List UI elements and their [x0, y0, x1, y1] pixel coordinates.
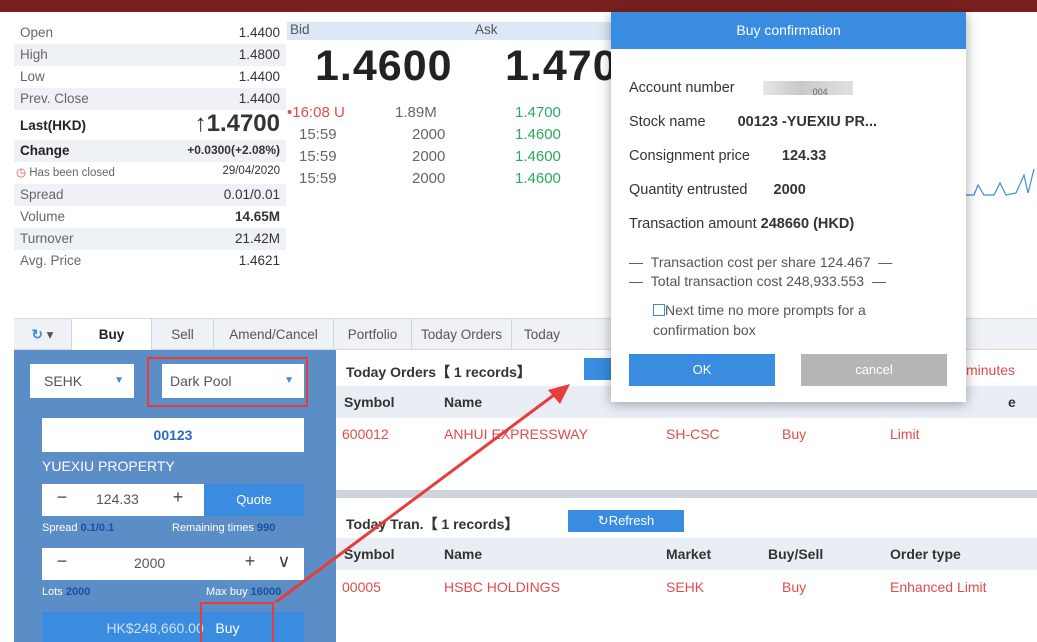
arrow-head: [548, 384, 570, 404]
arrow-shaft: [275, 393, 555, 604]
trading-window: Open 1.4400 High 1.4800 Low 1.4400 Prev. Cl…: [0, 0, 1037, 642]
annotation-arrow: [275, 384, 570, 604]
